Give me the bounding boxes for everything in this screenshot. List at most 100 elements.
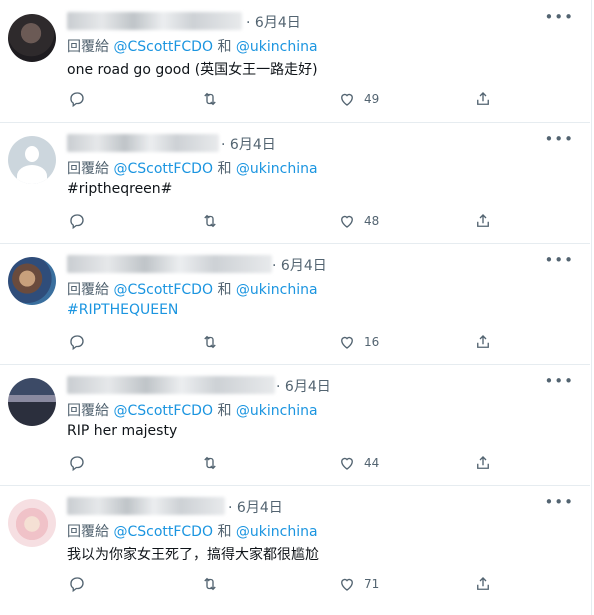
retweet-icon [204,214,216,228]
tweet-text: 我以为你家女王死了，搞得大家都很尴尬 [67,547,319,563]
reply-prefix: 回覆給 [67,524,109,540]
avatar[interactable] [8,378,56,426]
like-count: 48 [364,214,380,228]
reply-prefix: 回覆給 [67,161,109,177]
like-count: 49 [364,92,380,106]
tweet-actions: 44 [62,452,582,474]
blurred-username[interactable] [67,376,275,394]
share-button[interactable] [474,331,492,353]
more-options-icon[interactable]: ••• [544,372,574,390]
reply-button[interactable] [68,210,86,232]
more-options-icon[interactable]: ••• [544,130,574,148]
share-button[interactable] [474,210,492,232]
avatar[interactable] [8,499,56,547]
tweet-text: one road go good (英国女王一路走好) [67,62,318,78]
like-button[interactable]: 48 [338,210,379,232]
mention-link[interactable]: @CScottFCDO [113,403,213,419]
retweet-button[interactable] [201,210,219,232]
retweet-button[interactable] [201,88,219,110]
blurred-username[interactable] [67,12,242,30]
share-icon [477,214,489,227]
tweet-date[interactable]: · 6月4日 [221,134,276,154]
mention-link[interactable]: @ukinchina [236,39,318,55]
tweet-actions: 16 [62,331,582,353]
like-button[interactable]: 71 [338,573,379,595]
retweet-icon [204,577,216,591]
tweet-date[interactable]: · 6月4日 [272,255,327,275]
share-icon [477,335,489,348]
like-button[interactable]: 44 [338,452,379,474]
like-count: 44 [364,456,380,470]
tweet-actions: 71 [62,573,582,595]
mention-link[interactable]: @CScottFCDO [113,524,213,540]
reply-icon [70,577,84,593]
conjunction: 和 [217,524,232,540]
default-avatar[interactable] [8,136,56,184]
heart-icon [341,457,353,470]
avatar-head-shape [25,146,39,162]
blurred-username[interactable] [67,134,219,152]
tweet-date[interactable]: · 6月4日 [246,12,301,32]
mention-link[interactable]: @CScottFCDO [113,282,213,298]
heart-icon [341,336,353,349]
mention-link[interactable]: @ukinchina [236,282,318,298]
tweet-text: #riptheqreen# [67,181,173,197]
reply-prefix: 回覆給 [67,282,109,298]
hashtag-link[interactable]: #RIPTHEQUEEN [67,302,178,318]
column-border [591,0,592,615]
avatar[interactable] [8,257,56,305]
reply-button[interactable] [68,331,86,353]
reply-button[interactable] [68,88,86,110]
mention-link[interactable]: @ukinchina [236,403,318,419]
mention-link[interactable]: @ukinchina [236,524,318,540]
blurred-username[interactable] [67,497,225,515]
reply-icon [70,335,84,351]
share-icon [477,577,489,590]
tweet-date[interactable]: · 6月4日 [228,497,283,517]
heart-icon [341,93,353,106]
retweet-button[interactable] [201,452,219,474]
share-icon [477,92,489,105]
reply-prefix: 回覆給 [67,403,109,419]
reply-button[interactable] [68,573,86,595]
reply-button[interactable] [68,452,86,474]
heart-icon [341,215,353,228]
share-button[interactable] [474,88,492,110]
tweet-actions: 48 [62,210,582,232]
reply-icon [70,456,84,472]
reply-prefix: 回覆給 [67,39,109,55]
retweet-button[interactable] [201,331,219,353]
like-count: 16 [364,335,380,349]
reply-tweet[interactable]: · 6月4日 ••• 回覆給 @CScottFCDO 和 @ukinchina … [0,122,590,244]
avatar-body-shape [17,165,47,184]
mention-link[interactable]: @CScottFCDO [113,161,213,177]
reply-context: 回覆給 @CScottFCDO 和 @ukinchina [67,400,318,420]
conjunction: 和 [217,39,232,55]
tweet-date[interactable]: · 6月4日 [276,376,331,396]
reply-context: 回覆給 @CScottFCDO 和 @ukinchina [67,36,318,56]
share-icon [477,456,489,469]
conjunction: 和 [217,161,232,177]
reply-tweet[interactable]: · 6月4日 ••• 回覆給 @CScottFCDO 和 @ukinchina … [0,485,590,615]
reply-icon [70,214,84,230]
more-options-icon[interactable]: ••• [544,8,574,26]
reply-tweet[interactable]: · 6月4日 ••• 回覆給 @CScottFCDO 和 @ukinchina … [0,364,590,486]
like-button[interactable]: 49 [338,88,379,110]
more-options-icon[interactable]: ••• [544,493,574,511]
share-button[interactable] [474,573,492,595]
mention-link[interactable]: @CScottFCDO [113,39,213,55]
retweet-icon [204,92,216,106]
more-options-icon[interactable]: ••• [544,251,574,269]
reply-tweet[interactable]: · 6月4日 ••• 回覆給 @CScottFCDO 和 @ukinchina … [0,0,590,123]
reply-tweet[interactable]: · 6月4日 ••• 回覆給 @CScottFCDO 和 @ukinchina … [0,243,590,365]
retweet-button[interactable] [201,573,219,595]
avatar[interactable] [8,14,56,62]
tweet-text: RIP her majesty [67,423,178,439]
retweet-icon [204,335,216,349]
blurred-username[interactable] [67,255,272,273]
mention-link[interactable]: @ukinchina [236,161,318,177]
like-button[interactable]: 16 [338,331,379,353]
share-button[interactable] [474,452,492,474]
like-count: 71 [364,577,380,591]
reply-context: 回覆給 @CScottFCDO 和 @ukinchina [67,158,318,178]
